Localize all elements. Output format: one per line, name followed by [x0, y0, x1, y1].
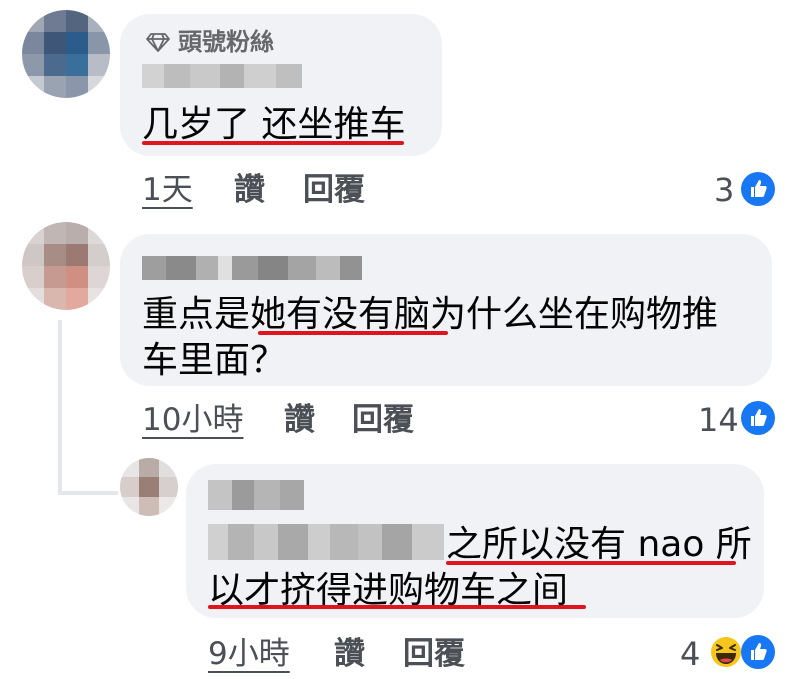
reaction-count[interactable]: 14 [698, 400, 739, 440]
avatar[interactable] [120, 458, 178, 516]
comment-text: 车里面？ [142, 340, 287, 381]
thread-branch [58, 491, 118, 495]
highlight-underline [446, 561, 736, 565]
commenter-name[interactable] [142, 64, 302, 88]
reply-mention-name[interactable] [208, 524, 444, 560]
reply-action[interactable]: 回覆 [303, 170, 365, 210]
reaction-count[interactable]: 4 [680, 634, 700, 674]
reaction-count[interactable]: 3 [714, 170, 734, 210]
highlight-underline [142, 141, 404, 145]
laughing-emoji-icon[interactable] [708, 634, 744, 670]
commenter-name[interactable] [208, 480, 304, 510]
reply-action[interactable]: 回覆 [403, 634, 465, 674]
avatar[interactable] [22, 10, 110, 98]
thumbs-up-icon[interactable] [741, 401, 775, 435]
like-action[interactable]: 讚 [284, 400, 315, 440]
thumbs-up-icon[interactable] [741, 172, 775, 206]
thread-line [58, 320, 62, 495]
like-action[interactable]: 讚 [334, 634, 365, 674]
timestamp-link[interactable]: 1天 [142, 170, 193, 210]
top-fan-badge: 頭號粉絲 [178, 28, 274, 56]
diamond-icon [146, 32, 170, 52]
highlight-underline [258, 331, 448, 335]
timestamp-link[interactable]: 10小時 [142, 400, 243, 440]
avatar[interactable] [22, 222, 110, 310]
reply-action[interactable]: 回覆 [352, 400, 414, 440]
highlight-underline [208, 605, 586, 609]
commenter-name[interactable] [142, 256, 362, 280]
like-action[interactable]: 讚 [234, 170, 265, 210]
timestamp-link[interactable]: 9小時 [208, 634, 290, 674]
thumbs-up-icon[interactable] [741, 635, 775, 669]
